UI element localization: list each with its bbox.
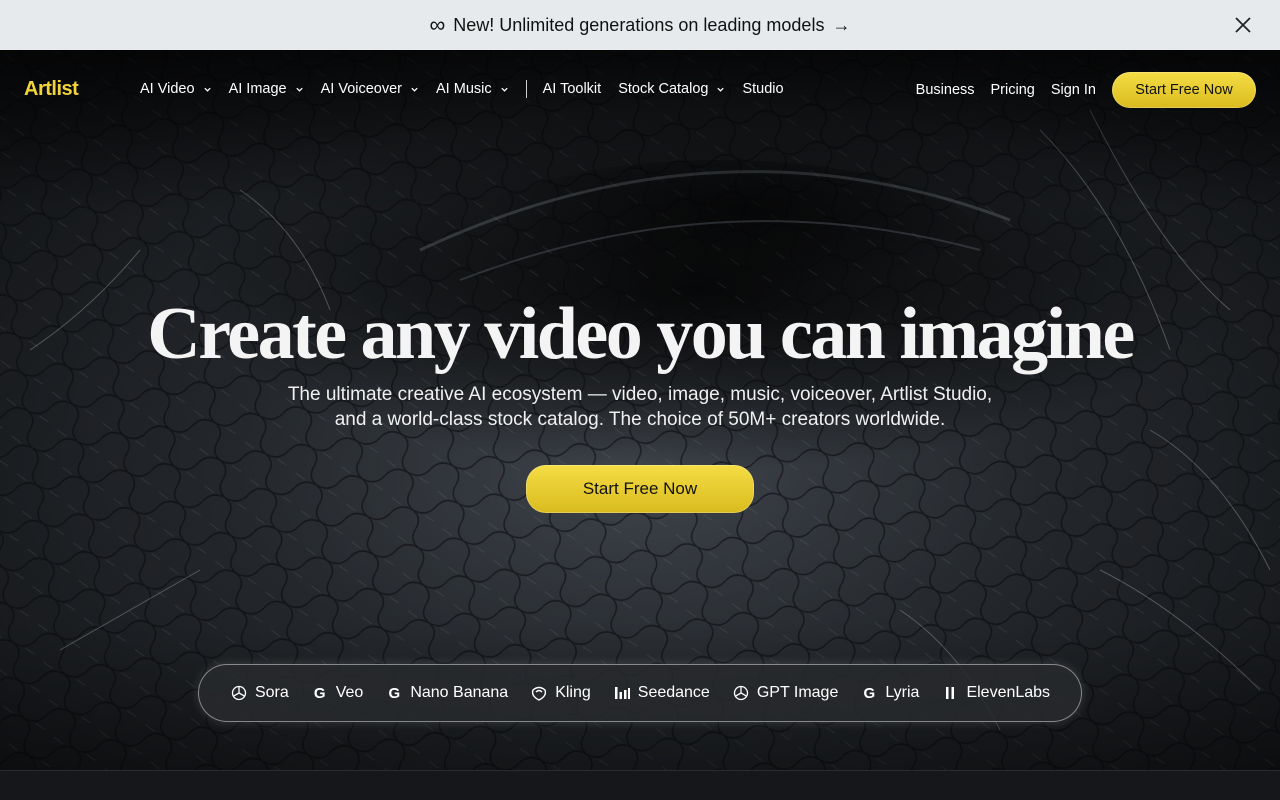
chevron-down-icon xyxy=(500,87,508,92)
next-section-strip xyxy=(0,770,1280,800)
nav-item-label: AI Toolkit xyxy=(542,81,602,97)
nav-item-label: AI Image xyxy=(228,81,287,97)
nav-item-ai-voiceover[interactable]: AI Voiceover xyxy=(321,81,419,97)
main-navigation: Artlist AI Video AI Image AI Voiceover A… xyxy=(0,50,1280,130)
chevron-down-icon xyxy=(717,87,725,92)
model-label: Veo xyxy=(335,684,364,701)
infinity-icon: ∞ xyxy=(429,12,446,37)
model-label: GPT Image xyxy=(756,684,839,701)
nav-item-ai-toolkit[interactable]: AI Toolkit xyxy=(543,81,602,97)
artlist-logo[interactable]: Artlist xyxy=(24,78,79,101)
openai-icon xyxy=(733,685,748,701)
openai-icon xyxy=(231,685,247,701)
pricing-link[interactable]: Pricing xyxy=(991,82,1035,98)
nav-item-stock-catalog[interactable]: Stock Catalog xyxy=(618,81,725,97)
hero-headline: Create any video you can imagine xyxy=(147,293,1135,375)
start-free-now-nav-button[interactable]: Start Free Now xyxy=(1112,72,1256,108)
hero-subheadline: The ultimate creative AI ecosystem — vid… xyxy=(260,382,1020,432)
nav-item-label: AI Music xyxy=(436,81,492,97)
model-item-elevenlabs[interactable]: ElevenLabs xyxy=(941,684,1050,702)
pause-icon xyxy=(946,687,955,699)
close-icon[interactable] xyxy=(1232,14,1254,36)
nav-item-ai-music[interactable]: AI Music xyxy=(436,81,509,97)
nav-item-ai-image[interactable]: AI Image xyxy=(229,81,304,97)
hero-subheadline-line: and a world-class stock catalog. The cho… xyxy=(334,409,946,430)
model-item-veo[interactable]: G Veo xyxy=(311,684,364,702)
model-item-kling[interactable]: Kling xyxy=(530,684,591,702)
start-free-now-hero-button[interactable]: Start Free Now xyxy=(526,465,754,513)
sign-in-link[interactable]: Sign In xyxy=(1051,82,1096,98)
google-icon: G xyxy=(388,684,401,702)
arrow-right-icon: → xyxy=(832,14,851,35)
nav-divider xyxy=(525,80,527,98)
model-label: Lyria xyxy=(885,684,920,701)
model-item-nano-banana[interactable]: G Nano Banana xyxy=(385,684,508,702)
nav-item-label: AI Video xyxy=(140,81,195,97)
nav-item-label: Studio xyxy=(742,81,784,97)
model-label: ElevenLabs xyxy=(966,684,1051,701)
announcement-text: New! Unlimited generations on leading mo… xyxy=(453,14,825,35)
nav-item-label: AI Voiceover xyxy=(320,81,403,97)
model-item-sora[interactable]: Sora xyxy=(230,684,289,702)
models-bar: Sora G Veo G Nano Banana Kling Seedance … xyxy=(198,664,1082,722)
model-label: Seedance xyxy=(637,684,710,701)
bars-icon xyxy=(614,687,630,699)
model-item-lyria[interactable]: G Lyria xyxy=(860,684,920,702)
model-label: Sora xyxy=(254,684,289,701)
chevron-down-icon xyxy=(295,87,303,92)
model-label: Kling xyxy=(555,684,591,701)
model-item-seedance[interactable]: Seedance xyxy=(613,684,710,702)
kling-icon xyxy=(532,686,547,701)
hero-subheadline-line: The ultimate creative AI ecosystem — vid… xyxy=(287,384,993,405)
announcement-bar[interactable]: ∞ New! Unlimited generations on leading … xyxy=(0,0,1280,50)
google-icon: G xyxy=(863,684,876,702)
model-item-gpt-image[interactable]: GPT Image xyxy=(732,684,839,702)
nav-item-studio[interactable]: Studio xyxy=(742,81,783,97)
model-label: Nano Banana xyxy=(410,684,509,701)
chevron-down-icon xyxy=(203,87,211,92)
google-icon: G xyxy=(313,684,326,702)
business-link[interactable]: Business xyxy=(916,82,975,98)
nav-item-label: Stock Catalog xyxy=(618,81,709,97)
nav-menu: AI Video AI Image AI Voiceover AI Music … xyxy=(140,80,801,98)
nav-right: Business Pricing Sign In Start Free Now xyxy=(916,72,1256,108)
nav-item-ai-video[interactable]: AI Video xyxy=(140,81,212,97)
chevron-down-icon xyxy=(411,87,418,92)
